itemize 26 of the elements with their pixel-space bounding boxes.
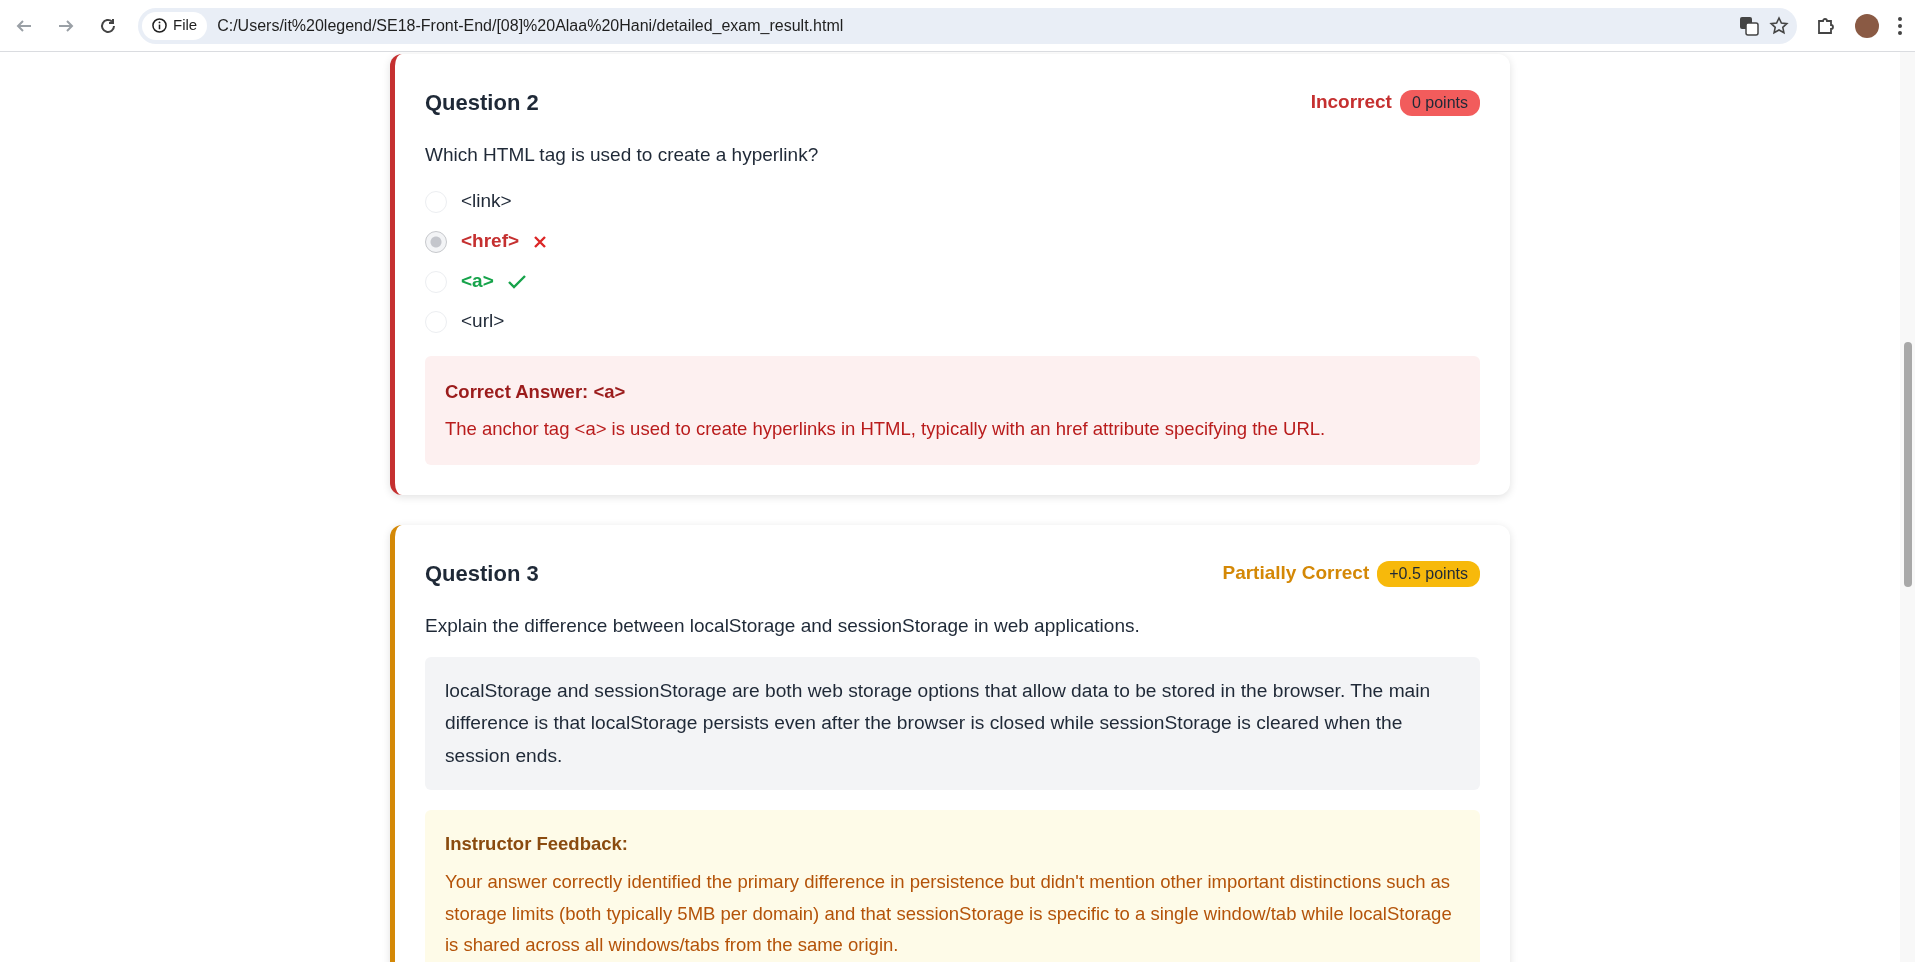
feedback-text: Your answer correctly identified the primary difference in persistence but didn't mention other important distinctions such as storage limits (both typically 5MB per domain) and that sessionStorage is specific to a single window/tab while localStorage is shared across all windows/tabs from the same origin. — [445, 870, 1453, 958]
bookmark-star-icon[interactable] — [1769, 15, 1789, 36]
points-badge: +0.5 points — [1377, 560, 1480, 587]
feedback-title: Instructor Feedback: — [445, 832, 629, 857]
question-prompt: Which HTML tag is used to create a hyperlink? — [425, 143, 820, 167]
cross-icon — [533, 234, 548, 249]
site-info-chip[interactable]: File — [142, 11, 208, 40]
status-text: Partially Correct — [1222, 561, 1370, 586]
option-label: <url> — [461, 309, 505, 334]
explanation-text: The anchor tag <a> is used to create hyperlinks in HTML, typically with an href attribute specifying the URL. — [445, 417, 1327, 442]
profile-avatar-icon[interactable] — [1855, 13, 1879, 38]
menu-icon[interactable] — [1897, 15, 1903, 36]
question-prompt: Explain the difference between localStorage and sessionStorage in web applications. — [425, 614, 1141, 638]
option-label: <href> — [461, 229, 520, 254]
url-text[interactable]: C:/Users/it%20legend/SE18-Front-End/[08]%20Alaa%20Hani/detailed_exam_result.html — [217, 13, 1729, 38]
option-label: <link> — [461, 189, 512, 214]
status-text: Incorrect — [1310, 90, 1392, 115]
question-title: Question 2 — [425, 89, 539, 117]
points-badge: 0 points — [1399, 89, 1480, 116]
check-icon — [507, 274, 526, 289]
option-label: <a> — [461, 269, 494, 294]
answer-text: localStorage and sessionStorage are both web storage options that allow data to be stored in the browser. The main difference is that localStorage persists even after the browser is closed while sessionStorage is cleared when the session ends. — [425, 656, 1480, 791]
translate-icon[interactable] — [1739, 15, 1759, 36]
explanation-title: Correct Answer: <a> — [445, 379, 627, 404]
question-title: Question 3 — [425, 560, 539, 588]
info-icon — [152, 18, 167, 33]
